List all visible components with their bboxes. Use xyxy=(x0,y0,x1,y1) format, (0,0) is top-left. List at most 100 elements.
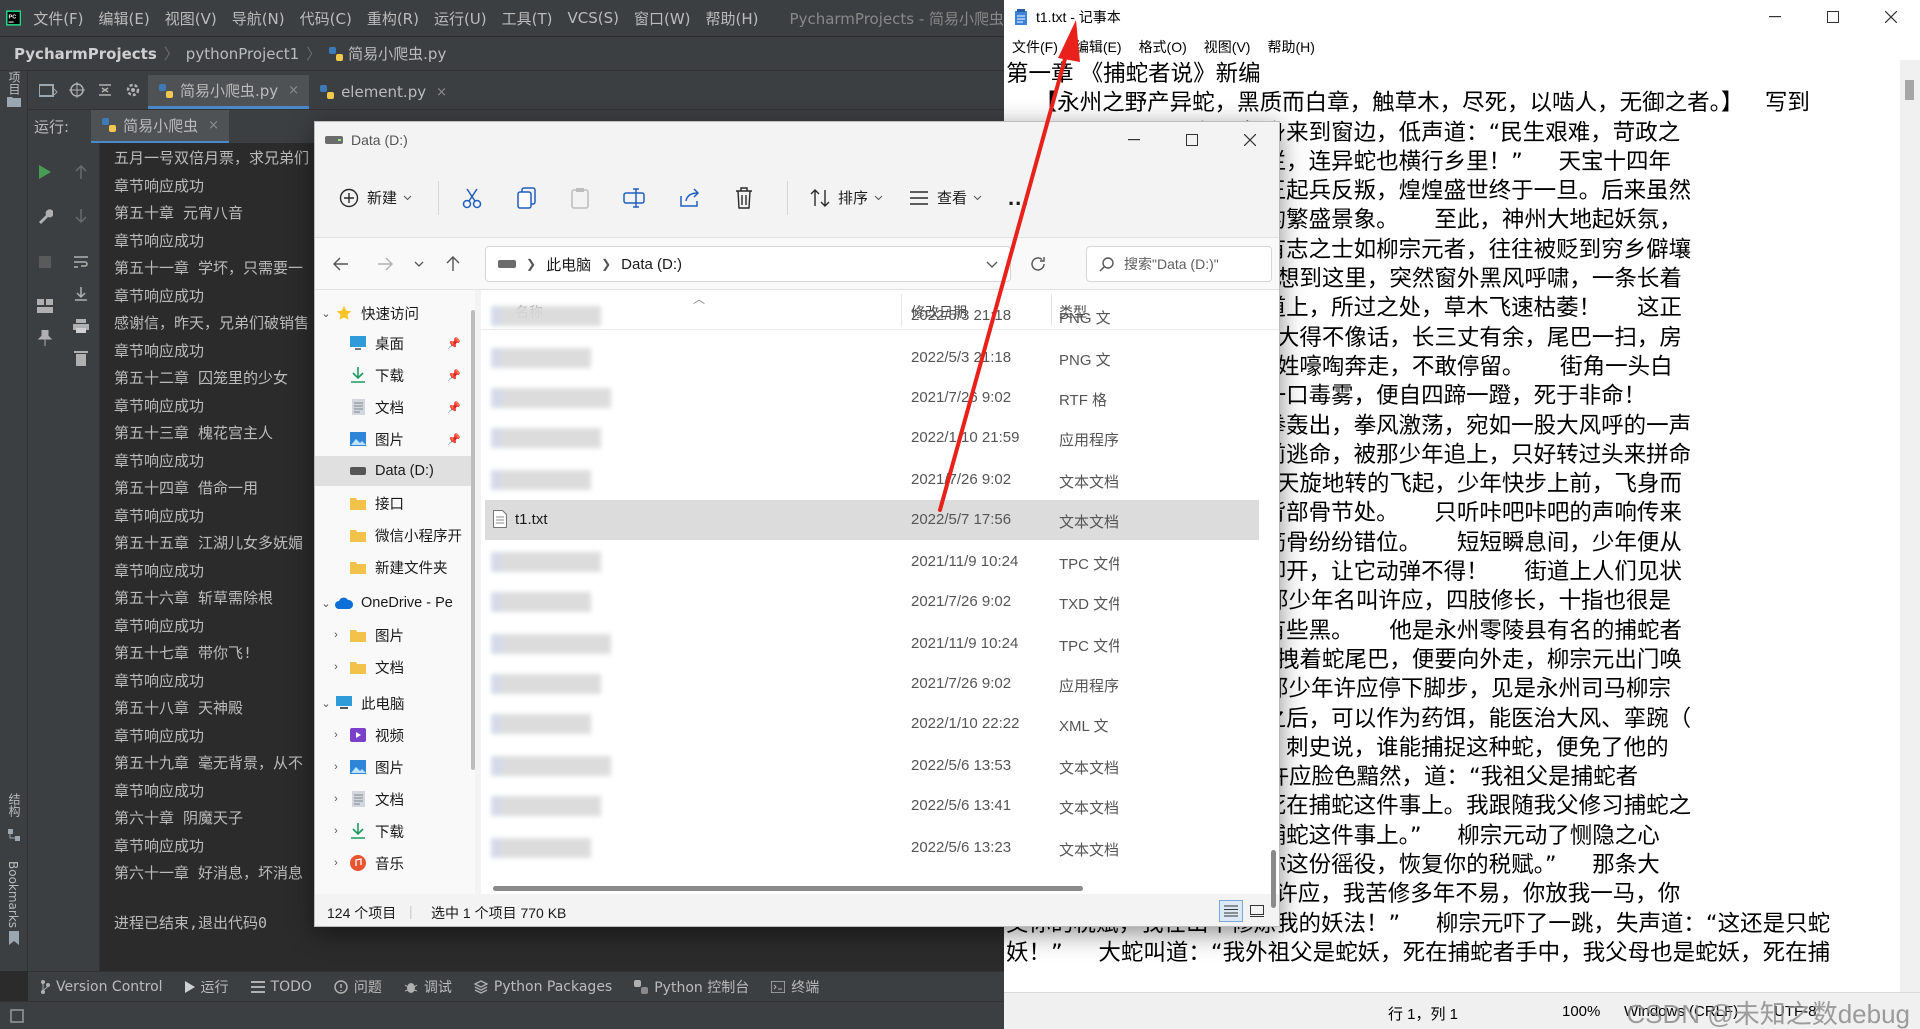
tiles-view-button[interactable] xyxy=(1245,900,1269,922)
notepad-scrollbar[interactable] xyxy=(1900,60,1920,992)
nav-pc-downloads[interactable]: › 下载 xyxy=(315,816,475,846)
nav-music[interactable]: › 音乐 xyxy=(315,848,475,878)
rename-button[interactable] xyxy=(623,187,653,208)
scrollbar-thumb[interactable] xyxy=(493,886,1083,891)
chevron-right-icon[interactable]: › xyxy=(329,661,343,673)
chevron-right-icon[interactable]: › xyxy=(329,729,343,741)
copy-button[interactable] xyxy=(517,186,545,209)
np-menu-file[interactable]: 文件(F) xyxy=(1012,37,1058,57)
chevron-down-icon[interactable]: ⌄ xyxy=(319,307,333,320)
share-button[interactable] xyxy=(679,187,709,208)
tab-main-script[interactable]: 简易小爬虫.py × xyxy=(148,75,310,109)
scroll-to-end-icon[interactable] xyxy=(68,281,94,307)
refresh-button[interactable] xyxy=(1015,246,1061,282)
menu-view[interactable]: 视图(V) xyxy=(165,8,217,29)
chevron-down-icon[interactable]: ⌄ xyxy=(319,597,333,610)
new-button[interactable]: 新建 xyxy=(339,187,412,208)
todo-tab[interactable]: TODO xyxy=(250,979,312,995)
stop-icon[interactable] xyxy=(32,249,58,275)
python-packages-tab[interactable]: Python Packages xyxy=(473,979,612,995)
project-tool-label[interactable]: 项目 xyxy=(6,71,23,95)
file-list-scrollbar[interactable] xyxy=(1271,330,1277,908)
nav-onedrive-docs[interactable]: › 文档 xyxy=(315,652,475,682)
menu-code[interactable]: 代码(C) xyxy=(300,8,352,29)
nav-this-pc[interactable]: ⌄ 此电脑 xyxy=(315,688,475,718)
close-tab-icon[interactable]: × xyxy=(288,83,299,98)
layout-toggle-icon[interactable] xyxy=(10,1009,24,1023)
np-menu-view[interactable]: 视图(V) xyxy=(1204,37,1251,57)
tab-element-py[interactable]: element.py × xyxy=(309,75,457,109)
file-row[interactable]: 2022/5/6 13:53 文本文档 xyxy=(485,746,1259,786)
explorer-minimize-button[interactable] xyxy=(1105,122,1163,158)
nav-onedrive[interactable]: ⌄ OneDrive - Pe xyxy=(315,588,475,618)
np-menu-format[interactable]: 格式(O) xyxy=(1139,37,1187,57)
more-button[interactable]: ... xyxy=(1008,185,1029,211)
folder-icon[interactable] xyxy=(7,95,21,107)
wrench-icon[interactable] xyxy=(32,203,58,229)
menu-help[interactable]: 帮助(H) xyxy=(706,8,759,29)
terminal-tab[interactable]: 终端 xyxy=(771,977,819,997)
pin-icon[interactable] xyxy=(32,325,58,351)
np-menu-help[interactable]: 帮助(H) xyxy=(1267,37,1314,57)
delete-button[interactable] xyxy=(735,186,761,209)
file-row[interactable]: 2022/5/6 13:23 文本文档 xyxy=(485,828,1259,868)
file-row[interactable]: 2021/7/26 9:02 应用程序 xyxy=(485,664,1259,704)
sort-button[interactable]: 排序 xyxy=(810,187,883,208)
breadcrumb-project[interactable]: PycharmProjects xyxy=(14,45,157,63)
address-drive[interactable]: Data (D:) xyxy=(621,256,682,273)
structure-tool-label[interactable]: 结构 xyxy=(6,793,23,817)
nav-pc-pictures[interactable]: › 图片 xyxy=(315,752,475,782)
paste-button[interactable] xyxy=(571,187,597,209)
rerun-icon[interactable] xyxy=(32,159,58,185)
breadcrumb-folder[interactable]: pythonProject1 xyxy=(186,45,299,63)
gear-icon[interactable] xyxy=(120,75,146,105)
search-box[interactable]: 搜索"Data (D:)" xyxy=(1086,246,1272,282)
file-row[interactable]: 2022/1/10 21:59 应用程序 xyxy=(485,418,1259,458)
target-icon[interactable] xyxy=(64,75,90,105)
nav-pc-docs[interactable]: › 文档 xyxy=(315,784,475,814)
arrow-down-icon[interactable] xyxy=(68,203,94,229)
explorer-maximize-button[interactable] xyxy=(1163,122,1221,158)
menu-window[interactable]: 窗口(W) xyxy=(634,8,691,29)
file-row[interactable]: 2022/5/3 21:18 PNG 文 xyxy=(485,338,1259,378)
menu-navigate[interactable]: 导航(N) xyxy=(232,8,285,29)
close-tab-icon[interactable]: × xyxy=(436,85,447,100)
debug-tab[interactable]: 调试 xyxy=(404,977,452,997)
nav-videos[interactable]: › 视频 xyxy=(315,720,475,750)
nav-downloads[interactable]: 下载 📌 xyxy=(315,360,475,390)
maximize-button[interactable] xyxy=(1804,0,1862,34)
nav-folder-new[interactable]: 新建文件夹 xyxy=(315,552,475,582)
scrollbar-thumb[interactable] xyxy=(1905,80,1914,100)
chevron-right-icon[interactable]: › xyxy=(329,857,343,869)
file-row[interactable]: 2021/11/9 10:24 TPC 文件 xyxy=(485,624,1259,664)
run-tab[interactable]: 简易小爬虫 × xyxy=(91,109,229,144)
file-row[interactable]: 2021/7/26 9:02 文本文档 xyxy=(485,460,1259,500)
breadcrumb-file[interactable]: 简易小爬虫.py xyxy=(348,43,446,64)
nav-quick-access[interactable]: ⌄ 快速访问 xyxy=(315,298,475,328)
nav-desktop[interactable]: 桌面 📌 xyxy=(315,328,475,358)
menu-edit[interactable]: 编辑(E) xyxy=(99,8,150,29)
layout-icon[interactable] xyxy=(32,293,58,319)
version-control-tab[interactable]: Version Control xyxy=(40,979,163,995)
pycharm-logo-icon[interactable]: PC xyxy=(6,3,22,33)
nav-documents[interactable]: 文档 📌 xyxy=(315,392,475,422)
project-view-icon[interactable] xyxy=(36,75,62,105)
np-menu-edit[interactable]: 编辑(E) xyxy=(1075,37,1122,57)
problems-tab[interactable]: 问题 xyxy=(334,977,382,997)
menu-vcs[interactable]: VCS(S) xyxy=(568,9,619,27)
cut-button[interactable] xyxy=(461,187,491,209)
nav-pictures[interactable]: 图片 📌 xyxy=(315,424,475,454)
file-row[interactable]: 2022/5/3 21:18 PNG 文 xyxy=(485,296,1259,336)
file-list-hscrollbar[interactable] xyxy=(491,884,1261,892)
structure-icon[interactable] xyxy=(8,829,20,841)
collapse-icon[interactable] xyxy=(92,75,118,105)
close-button[interactable] xyxy=(1862,0,1920,34)
file-row[interactable]: 2022/1/10 22:22 XML 文 xyxy=(485,704,1259,744)
nav-onedrive-pictures[interactable]: › 图片 xyxy=(315,620,475,650)
file-row[interactable]: 2022/5/6 13:41 文本文档 xyxy=(485,786,1259,826)
menu-file[interactable]: 文件(F) xyxy=(33,8,83,29)
nav-scrollbar[interactable] xyxy=(471,310,475,770)
chevron-right-icon[interactable]: › xyxy=(329,793,343,805)
forward-button[interactable] xyxy=(371,250,399,278)
arrow-up-icon[interactable] xyxy=(68,159,94,185)
